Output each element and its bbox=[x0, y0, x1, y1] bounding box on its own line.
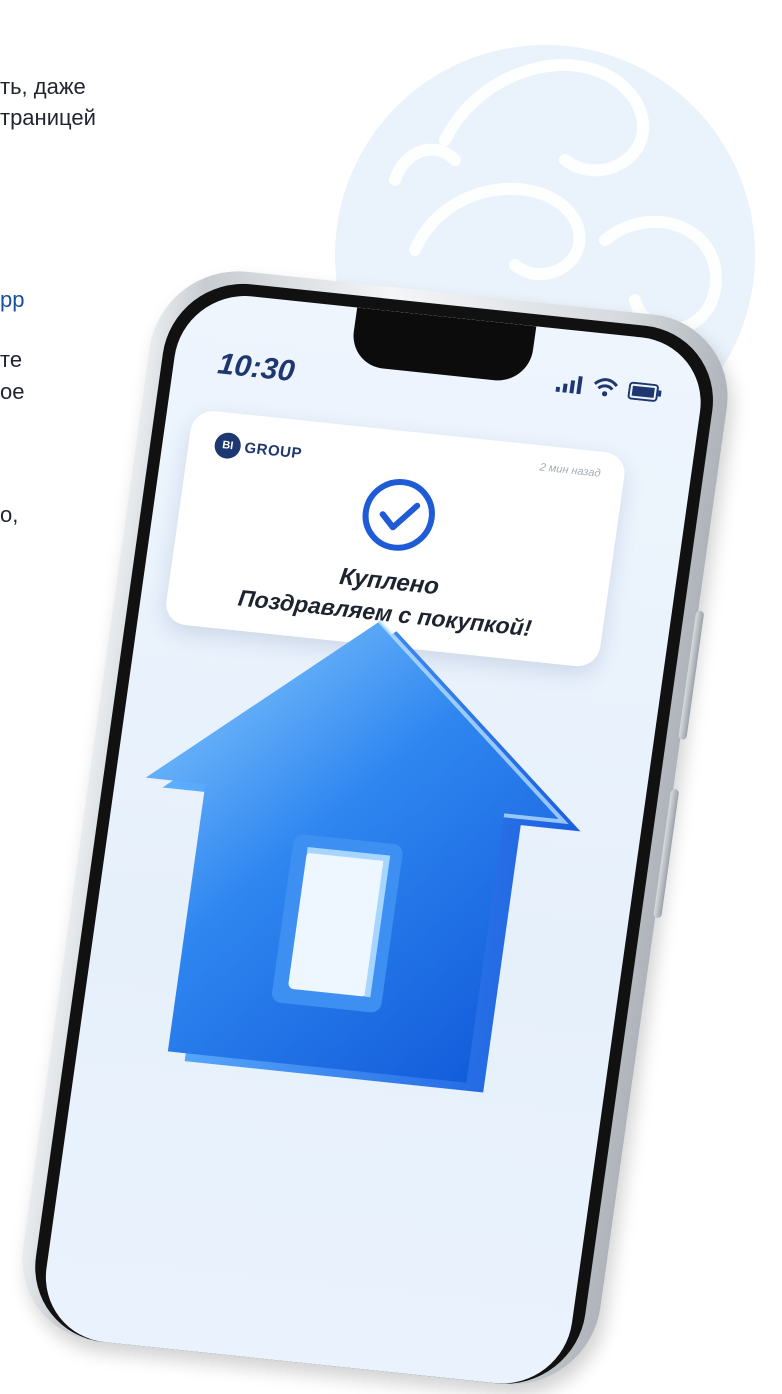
brand-name: GROUP bbox=[243, 438, 304, 462]
desc-text-line-3: о, bbox=[0, 502, 19, 527]
intro-text-line-2: траницей bbox=[0, 105, 96, 130]
phone-mockup: 10:30 BI GROUP 2 мин назад Куплено Поздр… bbox=[11, 262, 739, 1393]
brand-badge: BI bbox=[212, 431, 243, 460]
desc-text-line-1: те bbox=[0, 347, 23, 372]
wifi-icon bbox=[593, 378, 618, 397]
battery-icon bbox=[627, 381, 662, 402]
status-icons bbox=[555, 373, 663, 404]
signal-icon bbox=[555, 376, 583, 395]
desc-text-line-2: ое bbox=[0, 379, 25, 404]
intro-text-line-1: ть, даже bbox=[0, 74, 86, 99]
check-circle-icon bbox=[362, 479, 435, 551]
house-icon bbox=[145, 620, 581, 1093]
brand-logo: BI GROUP bbox=[212, 431, 304, 466]
notification-time: 2 мин назад bbox=[538, 461, 602, 480]
status-time: 10:30 bbox=[215, 347, 297, 389]
app-link-text[interactable]: pp bbox=[0, 285, 24, 315]
